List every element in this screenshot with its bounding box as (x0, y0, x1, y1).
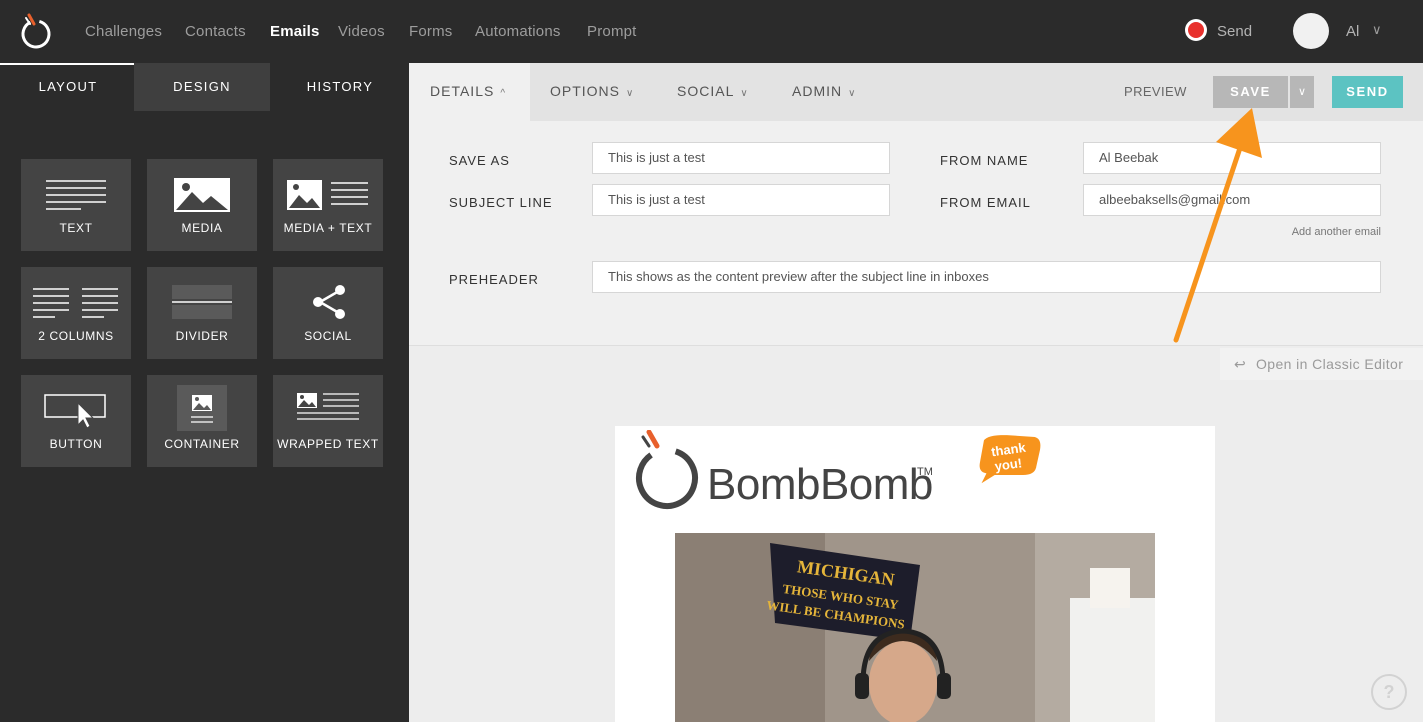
email-editor: DETAILS ^ OPTIONS ∨ SOCIAL ∨ ADMIN ∨ PREVIEW… (409, 63, 1423, 722)
details-panel: SAVE AS This is just a test SUBJECT LINE… (409, 121, 1423, 346)
block-social[interactable]: SOCIAL (273, 267, 383, 359)
from-name-input[interactable]: Al Beebak (1083, 142, 1381, 174)
from-email-label: FROM EMAIL (940, 195, 1031, 210)
block-text[interactable]: TEXT (21, 159, 131, 251)
block-label: CONTAINER (164, 437, 240, 451)
brand-name: BombBomb (707, 460, 933, 509)
save-as-input[interactable]: This is just a test (592, 142, 890, 174)
block-wrapped-text[interactable]: WRAPPED TEXT (273, 375, 383, 467)
block-sidebar: LAYOUT DESIGN HISTORY TEXT MEDIA MEDIA +… (0, 63, 409, 722)
from-name-label: FROM NAME (940, 153, 1029, 168)
bombbomb-logo-icon[interactable] (18, 12, 54, 50)
sidebar-tabs: LAYOUT DESIGN HISTORY (0, 63, 409, 111)
block-container[interactable]: CONTAINER (147, 375, 257, 467)
text-lines-icon (46, 180, 106, 210)
tab-label: ADMIN (792, 83, 843, 99)
nav-emails[interactable]: Emails (270, 23, 320, 40)
block-divider[interactable]: DIVIDER (147, 267, 257, 359)
block-label: 2 COLUMNS (38, 329, 114, 343)
button-cursor-icon (44, 394, 106, 429)
open-classic-editor-button[interactable]: ↩ Open in Classic Editor (1220, 348, 1423, 380)
preheader-input[interactable]: This shows as the content preview after … (592, 261, 1381, 293)
tab-options[interactable]: OPTIONS ∨ (550, 63, 634, 121)
block-media-text[interactable]: MEDIA + TEXT (273, 159, 383, 251)
nav-videos[interactable]: Videos (338, 23, 385, 40)
chevron-down-icon: ∨ (740, 88, 749, 99)
classic-editor-label: Open in Classic Editor (1256, 356, 1404, 372)
bombbomb-logo-icon (636, 430, 698, 509)
top-navigation: Challenges Contacts Emails Videos Forms … (0, 0, 1423, 63)
tab-label: SOCIAL (677, 83, 735, 99)
add-another-email-link[interactable]: Add another email (1292, 226, 1381, 238)
trademark: TM (917, 466, 933, 478)
nav-challenges[interactable]: Challenges (85, 23, 162, 40)
share-icon (313, 285, 345, 319)
block-label: BUTTON (49, 437, 103, 451)
email-preview-canvas[interactable]: BombBomb TM thank you! MICHIGAN THOSE WH… (615, 426, 1215, 722)
block-button[interactable]: BUTTON (21, 375, 131, 467)
avatar[interactable] (1293, 13, 1329, 49)
subject-line-label: SUBJECT LINE (449, 195, 553, 210)
save-as-label: SAVE AS (449, 153, 510, 168)
tab-history[interactable]: HISTORY (272, 63, 408, 111)
tab-design[interactable]: DESIGN (134, 63, 270, 111)
user-name[interactable]: Al (1346, 23, 1359, 40)
block-label: WRAPPED TEXT (277, 437, 379, 451)
two-columns-icon (33, 288, 118, 318)
image-text-icon (287, 180, 368, 210)
help-button[interactable]: ? (1371, 674, 1407, 710)
container-icon (177, 385, 227, 431)
preheader-label: PREHEADER (449, 272, 539, 287)
tab-social[interactable]: SOCIAL ∨ (677, 63, 749, 121)
video-thumbnail-image[interactable]: MICHIGAN THOSE WHO STAY WILL BE CHAMPION… (675, 533, 1155, 722)
image-icon (174, 178, 230, 212)
office-photo-icon: MICHIGAN THOSE WHO STAY WILL BE CHAMPION… (675, 533, 1155, 722)
chevron-down-icon: ∨ (848, 88, 857, 99)
tab-label: OPTIONS (550, 83, 621, 99)
nav-automations[interactable]: Automations (475, 23, 561, 40)
preview-button[interactable]: PREVIEW (1124, 84, 1187, 99)
block-label: SOCIAL (304, 329, 352, 343)
editor-tabs: DETAILS ^ OPTIONS ∨ SOCIAL ∨ ADMIN ∨ PREVIEW… (409, 63, 1423, 121)
chevron-down-icon[interactable]: ∨ (1372, 22, 1382, 38)
tab-admin[interactable]: ADMIN ∨ (792, 63, 856, 121)
thank-you-bubble-icon: thank you! (976, 432, 1043, 489)
nav-contacts[interactable]: Contacts (185, 23, 246, 40)
block-label: DIVIDER (175, 329, 229, 343)
tab-label: DETAILS (430, 83, 495, 99)
chevron-down-icon: ∨ (626, 88, 635, 99)
chevron-up-icon: ^ (500, 88, 507, 99)
nav-prompt[interactable]: Prompt (587, 23, 637, 40)
from-email-input[interactable]: albeebaksells@gmail.com (1083, 184, 1381, 216)
return-arrow-icon: ↩ (1234, 356, 1247, 372)
block-2-columns[interactable]: 2 COLUMNS (21, 267, 131, 359)
block-label: TEXT (59, 221, 93, 235)
block-label: MEDIA + TEXT (283, 221, 373, 235)
tab-layout[interactable]: LAYOUT (0, 63, 136, 111)
divider-icon (172, 285, 232, 319)
block-label: MEDIA (181, 221, 223, 235)
record-icon[interactable] (1185, 19, 1207, 41)
block-media[interactable]: MEDIA (147, 159, 257, 251)
subject-line-input[interactable]: This is just a test (592, 184, 890, 216)
save-dropdown-button[interactable]: ∨ (1290, 76, 1314, 108)
tab-details[interactable]: DETAILS ^ (409, 63, 530, 121)
save-button[interactable]: SAVE (1213, 76, 1288, 108)
record-send-label[interactable]: Send (1217, 23, 1252, 40)
wrapped-text-icon (297, 393, 359, 420)
nav-forms[interactable]: Forms (409, 23, 453, 40)
send-button[interactable]: SEND (1332, 76, 1403, 108)
